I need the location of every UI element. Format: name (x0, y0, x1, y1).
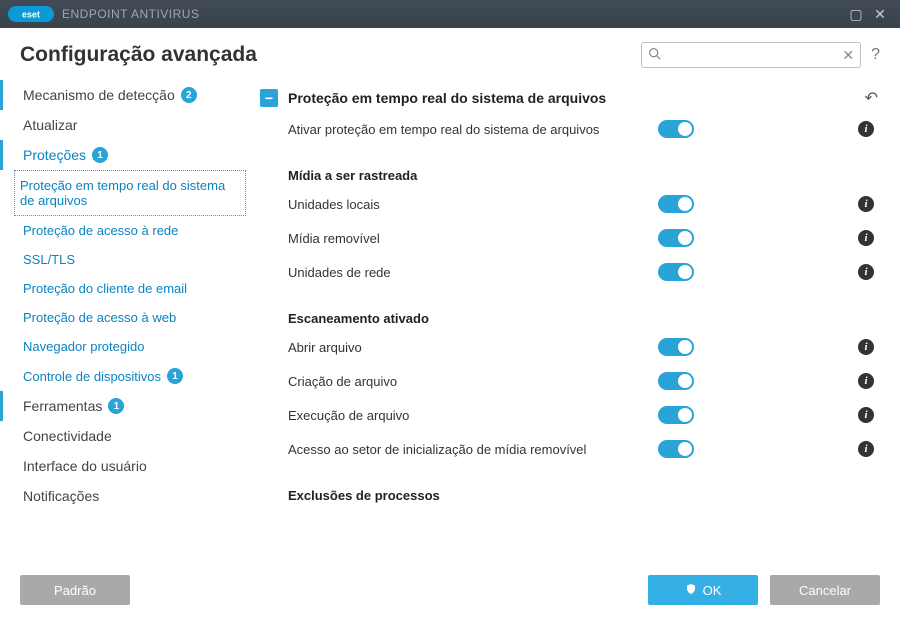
subheading-process-exclusions: Exclusões de processos (260, 466, 878, 507)
info-icon[interactable]: i (858, 339, 874, 355)
info-icon[interactable]: i (858, 407, 874, 423)
sidebar-item-label: Notificações (23, 488, 99, 504)
subheading-scan-on: Escaneamento ativado (260, 289, 878, 330)
toggle-file-create[interactable] (658, 372, 694, 390)
info-icon[interactable]: i (858, 121, 874, 137)
help-button[interactable]: ? (871, 46, 880, 64)
toggle-enable-realtime[interactable] (658, 120, 694, 138)
sidebar-item-ssl-tls[interactable]: SSL/TLS (0, 245, 250, 274)
toggle-network-drives[interactable] (658, 263, 694, 281)
badge: 1 (108, 398, 124, 414)
setting-row-file-open: Abrir arquivo i (260, 330, 878, 364)
setting-row-network-drives: Unidades de rede i (260, 255, 878, 289)
search-icon (648, 47, 661, 63)
toggle-file-exec[interactable] (658, 406, 694, 424)
setting-row-removable-media: Mídia removível i (260, 221, 878, 255)
setting-label: Criação de arquivo (288, 374, 658, 389)
revert-icon[interactable]: ↶ (865, 88, 878, 108)
content: − Proteção em tempo real do sistema de a… (250, 74, 900, 562)
setting-label: Unidades locais (288, 197, 658, 212)
search-box[interactable]: ✕ (641, 42, 861, 68)
button-label: OK (703, 583, 722, 598)
sidebar-item-protections[interactable]: Proteções 1 (0, 140, 250, 170)
header: Configuração avançada ✕ ? (0, 28, 900, 74)
toggle-removable-media[interactable] (658, 229, 694, 247)
setting-row-enable-realtime: Ativar proteção em tempo real do sistema… (260, 112, 878, 146)
sidebar-item-label: Interface do usuário (23, 458, 147, 474)
toggle-boot-sector[interactable] (658, 440, 694, 458)
info-icon[interactable]: i (858, 230, 874, 246)
setting-label: Abrir arquivo (288, 340, 658, 355)
setting-label: Execução de arquivo (288, 408, 658, 423)
button-label: Padrão (54, 583, 96, 598)
sidebar-item-web-access[interactable]: Proteção de acesso à web (0, 303, 250, 332)
collapse-icon[interactable]: − (260, 89, 278, 107)
settings-panel: − Proteção em tempo real do sistema de a… (250, 74, 896, 562)
sidebar-item-email-client[interactable]: Proteção do cliente de email (0, 274, 250, 303)
section-title: Proteção em tempo real do sistema de arq… (288, 90, 855, 106)
sidebar-item-label: Atualizar (23, 117, 77, 133)
setting-row-boot-sector: Acesso ao setor de inicialização de mídi… (260, 432, 878, 466)
sidebar-item-label: Ferramentas (23, 398, 102, 414)
info-icon[interactable]: i (858, 196, 874, 212)
sidebar-item-secure-browser[interactable]: Navegador protegido (0, 332, 250, 361)
titlebar: eset ENDPOINT ANTIVIRUS ▢ ✕ (0, 0, 900, 28)
sidebar-item-label: Proteção de acesso à rede (23, 223, 178, 238)
badge: 1 (92, 147, 108, 163)
sidebar-item-detection-engine[interactable]: Mecanismo de detecção 2 (0, 80, 250, 110)
page-title: Configuração avançada (20, 43, 641, 67)
sidebar-item-label: Navegador protegido (23, 339, 144, 354)
button-label: Cancelar (799, 583, 851, 598)
info-icon[interactable]: i (858, 373, 874, 389)
setting-row-file-exec: Execução de arquivo i (260, 398, 878, 432)
sidebar-item-label: Controle de dispositivos (23, 369, 161, 384)
default-button[interactable]: Padrão (20, 575, 130, 605)
window-maximize-icon[interactable]: ▢ (844, 6, 868, 23)
badge: 2 (181, 87, 197, 103)
badge: 1 (167, 368, 183, 384)
sidebar-item-device-control[interactable]: Controle de dispositivos 1 (0, 361, 250, 391)
sidebar-item-network-access[interactable]: Proteção de acesso à rede (0, 216, 250, 245)
sidebar-item-label: Mecanismo de detecção (23, 87, 175, 103)
toggle-file-open[interactable] (658, 338, 694, 356)
setting-label: Ativar proteção em tempo real do sistema… (288, 122, 658, 137)
sidebar-item-tools[interactable]: Ferramentas 1 (0, 391, 250, 421)
svg-text:eset: eset (22, 10, 40, 20)
product-name: ENDPOINT ANTIVIRUS (62, 7, 199, 21)
section-header-main: − Proteção em tempo real do sistema de a… (260, 74, 878, 112)
cancel-button[interactable]: Cancelar (770, 575, 880, 605)
sidebar-item-label: Conectividade (23, 428, 112, 444)
sidebar-item-notifications[interactable]: Notificações (0, 481, 250, 511)
sidebar: Mecanismo de detecção 2 Atualizar Proteç… (0, 74, 250, 562)
subheading-media: Mídia a ser rastreada (260, 146, 878, 187)
sidebar-item-label: Proteção em tempo real do sistema de arq… (20, 178, 235, 208)
sidebar-item-label: Proteção de acesso à web (23, 310, 176, 325)
brand-logo: eset (8, 6, 54, 22)
sidebar-item-update[interactable]: Atualizar (0, 110, 250, 140)
window-close-icon[interactable]: ✕ (868, 6, 892, 23)
setting-row-local-drives: Unidades locais i (260, 187, 878, 221)
sidebar-item-realtime-fs[interactable]: Proteção em tempo real do sistema de arq… (14, 170, 246, 216)
footer: Padrão OK Cancelar (0, 562, 900, 618)
info-icon[interactable]: i (858, 441, 874, 457)
info-icon[interactable]: i (858, 264, 874, 280)
sidebar-item-user-interface[interactable]: Interface do usuário (0, 451, 250, 481)
setting-label: Mídia removível (288, 231, 658, 246)
search-input[interactable] (665, 48, 842, 62)
sidebar-item-label: Proteções (23, 147, 86, 163)
sidebar-item-connectivity[interactable]: Conectividade (0, 421, 250, 451)
shield-icon (685, 583, 697, 598)
sidebar-item-label: Proteção do cliente de email (23, 281, 187, 296)
setting-label: Acesso ao setor de inicialização de mídi… (288, 442, 658, 457)
sidebar-item-label: SSL/TLS (23, 252, 75, 267)
setting-label: Unidades de rede (288, 265, 658, 280)
setting-row-file-create: Criação de arquivo i (260, 364, 878, 398)
ok-button[interactable]: OK (648, 575, 758, 605)
toggle-local-drives[interactable] (658, 195, 694, 213)
clear-search-icon[interactable]: ✕ (842, 47, 854, 64)
